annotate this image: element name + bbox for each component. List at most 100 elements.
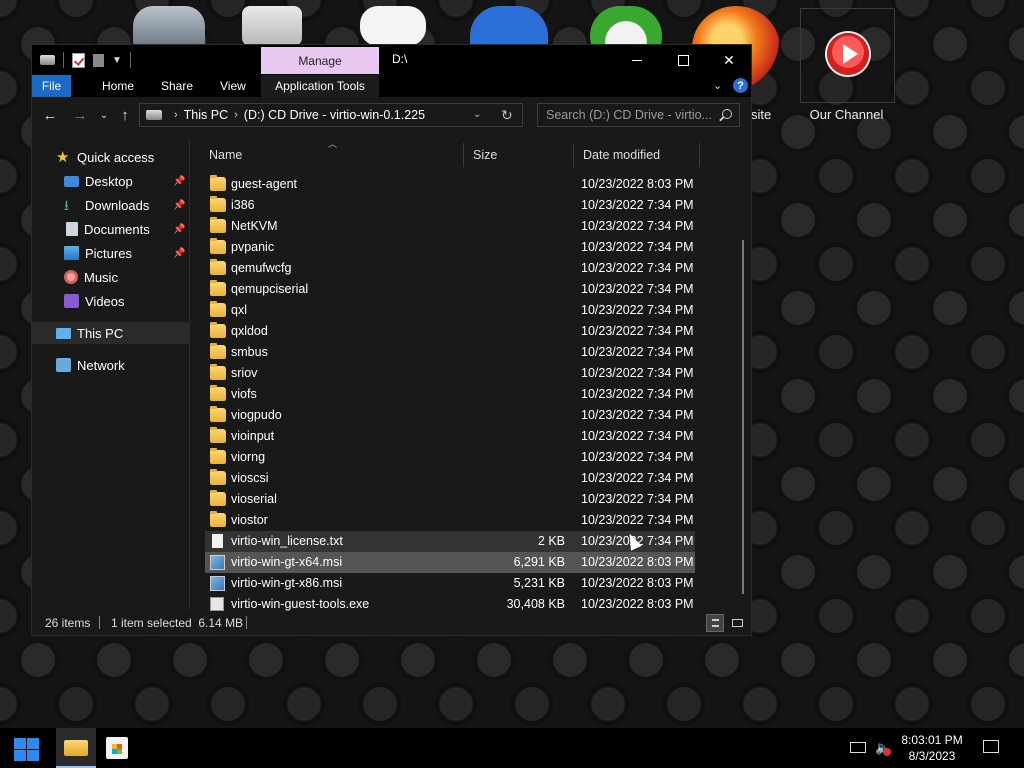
breadcrumb-separator-icon[interactable]: › — [174, 109, 178, 121]
table-row[interactable]: smbus 10/23/2022 7:34 PM — [205, 342, 695, 363]
minimize-button[interactable] — [614, 45, 660, 75]
play-icon — [827, 33, 869, 75]
breadcrumb-cd-drive[interactable]: (D:) CD Drive - virtio-win-0.1.225 — [244, 108, 425, 122]
file-name: NetKVM — [231, 219, 278, 233]
gamepad-icon[interactable] — [360, 6, 426, 46]
customize-toolbar-chevron-icon[interactable]: ▼ — [112, 55, 122, 66]
table-row[interactable]: virtio-win_license.txt 2 KB 10/23/2022 7:3… — [205, 531, 695, 552]
file-name: qemufwcfg — [231, 261, 292, 275]
file-name: qxl — [231, 303, 247, 317]
notifications-icon[interactable] — [983, 740, 999, 753]
drive-icon — [146, 110, 162, 120]
sidebar-item-quick-access[interactable]: ★ Quick access — [32, 146, 189, 168]
text-file-icon — [212, 534, 223, 548]
drive-icon — [40, 55, 55, 65]
pin-icon[interactable]: 📌 — [173, 248, 185, 259]
store-taskbar-icon[interactable] — [106, 737, 128, 759]
sidebar-item-this-pc[interactable]: This PC — [32, 322, 189, 344]
forward-arrow-icon[interactable]: → — [71, 106, 89, 124]
recent-locations-chevron-icon[interactable]: ⌄ — [95, 106, 113, 124]
start-button[interactable] — [14, 738, 40, 762]
sidebar-item-videos[interactable]: Videos — [32, 290, 189, 312]
manage-context-tab[interactable]: Manage — [261, 47, 379, 74]
pin-icon[interactable]: 📌 — [173, 176, 185, 187]
tab-file[interactable]: File — [32, 75, 71, 97]
tab-view[interactable]: View — [208, 75, 258, 97]
sidebar-item-pictures[interactable]: Pictures 📌 — [32, 242, 189, 264]
table-row[interactable]: virtio-win-gt-x86.msi 5,231 KB 10/23/2022 … — [205, 573, 695, 594]
table-row[interactable]: qxl 10/23/2022 7:34 PM — [205, 300, 695, 321]
details-view-icon[interactable] — [706, 614, 724, 632]
new-folder-icon[interactable] — [93, 53, 104, 67]
sidebar-item-network[interactable]: Network — [32, 354, 189, 376]
column-header-date-modified[interactable]: Date modified — [573, 143, 700, 167]
file-name: guest-agent — [231, 177, 298, 191]
column-header-name[interactable]: Name — [200, 143, 463, 167]
expand-ribbon-chevron-icon[interactable]: ⌄ — [713, 79, 722, 92]
table-row[interactable]: NetKVM 10/23/2022 7:34 PM — [205, 216, 695, 237]
address-history-chevron-icon[interactable]: ⌄ — [473, 109, 481, 120]
sidebar-item-music[interactable]: Music — [32, 266, 189, 288]
recycle-bin-icon[interactable] — [133, 6, 205, 46]
pin-icon[interactable]: 📌 — [173, 200, 185, 211]
sidebar-item-desktop[interactable]: Desktop 📌 — [32, 170, 189, 192]
back-arrow-icon[interactable]: ← — [41, 106, 59, 124]
table-row[interactable]: viogpudo 10/23/2022 7:34 PM — [205, 405, 695, 426]
tab-home[interactable]: Home — [90, 75, 146, 97]
vertical-scrollbar[interactable] — [742, 240, 744, 594]
website-label: site — [751, 107, 772, 122]
table-row[interactable]: qemufwcfg 10/23/2022 7:34 PM — [205, 258, 695, 279]
column-headers: ︿ Name Size Date modified — [200, 139, 740, 167]
tab-application-tools[interactable]: Application Tools — [261, 75, 379, 97]
file-date-modified: 10/23/2022 7:34 PM — [581, 303, 694, 317]
table-row[interactable]: pvpanic 10/23/2022 7:34 PM — [205, 237, 695, 258]
folder-icon — [210, 217, 226, 233]
file-date-modified: 10/23/2022 7:34 PM — [581, 324, 694, 338]
table-row[interactable]: vioscsi 10/23/2022 7:34 PM — [205, 468, 695, 489]
table-row[interactable]: sriov 10/23/2022 7:34 PM — [205, 363, 695, 384]
sidebar-item-label: Videos — [85, 293, 125, 309]
search-input[interactable]: Search (D:) CD Drive - virtio... — [537, 103, 740, 127]
taskbar-clock[interactable]: 8:03:01 PM 8/3/2023 — [896, 732, 968, 764]
breadcrumb-separator-icon[interactable]: › — [234, 109, 238, 121]
sidebar-item-label: Downloads — [85, 197, 150, 213]
column-header-size[interactable]: Size — [463, 143, 573, 167]
sidebar-item-documents[interactable]: Documents 📌 — [32, 218, 189, 240]
file-date-modified: 10/23/2022 7:34 PM — [581, 240, 694, 254]
folder-icon[interactable] — [242, 6, 302, 46]
file-name: qemupciserial — [231, 282, 309, 296]
up-arrow-icon[interactable]: ↑ — [116, 106, 134, 124]
pane-divider[interactable] — [189, 140, 190, 610]
clock-time: 8:03:01 PM — [901, 733, 963, 747]
pin-icon[interactable]: 📌 — [173, 224, 185, 235]
table-row[interactable]: vioserial 10/23/2022 7:34 PM — [205, 489, 695, 510]
table-row[interactable]: qxldod 10/23/2022 7:34 PM — [205, 321, 695, 342]
our-channel-shortcut[interactable] — [800, 8, 895, 103]
tab-share[interactable]: Share — [149, 75, 205, 97]
maximize-button[interactable] — [660, 45, 706, 75]
sidebar-item-label: Pictures — [85, 245, 132, 261]
app-icon[interactable] — [470, 6, 548, 46]
table-row[interactable]: virtio-win-gt-x64.msi 6,291 KB 10/23/2022 … — [205, 552, 695, 573]
breadcrumb-this-pc[interactable]: This PC — [184, 108, 228, 122]
table-row[interactable]: viofs 10/23/2022 7:34 PM — [205, 384, 695, 405]
file-explorer-taskbar-icon[interactable] — [56, 728, 96, 768]
table-row[interactable]: qemupciserial 10/23/2022 7:34 PM — [205, 279, 695, 300]
file-name: sriov — [231, 366, 258, 380]
close-button[interactable]: ✕ — [706, 45, 752, 75]
sidebar-item-downloads[interactable]: ⭳ Downloads 📌 — [32, 194, 189, 216]
help-icon[interactable]: ? — [733, 78, 748, 93]
table-row[interactable]: vioinput 10/23/2022 7:34 PM — [205, 426, 695, 447]
network-tray-icon[interactable] — [850, 742, 866, 753]
table-row[interactable]: viostor 10/23/2022 7:34 PM — [205, 510, 695, 531]
table-row[interactable]: i386 10/23/2022 7:34 PM — [205, 195, 695, 216]
address-bar[interactable]: › This PC › (D:) CD Drive - virtio-win-0… — [139, 103, 523, 127]
table-row[interactable]: guest-agent 10/23/2022 8:03 PM — [205, 174, 695, 195]
large-icons-view-icon[interactable] — [729, 614, 747, 632]
folder-icon — [210, 322, 226, 338]
clock-date: 8/3/2023 — [908, 749, 956, 763]
table-row[interactable]: viorng 10/23/2022 7:34 PM — [205, 447, 695, 468]
search-icon[interactable] — [722, 109, 732, 119]
properties-icon[interactable] — [72, 52, 85, 68]
refresh-icon[interactable]: ↻ — [501, 107, 513, 124]
